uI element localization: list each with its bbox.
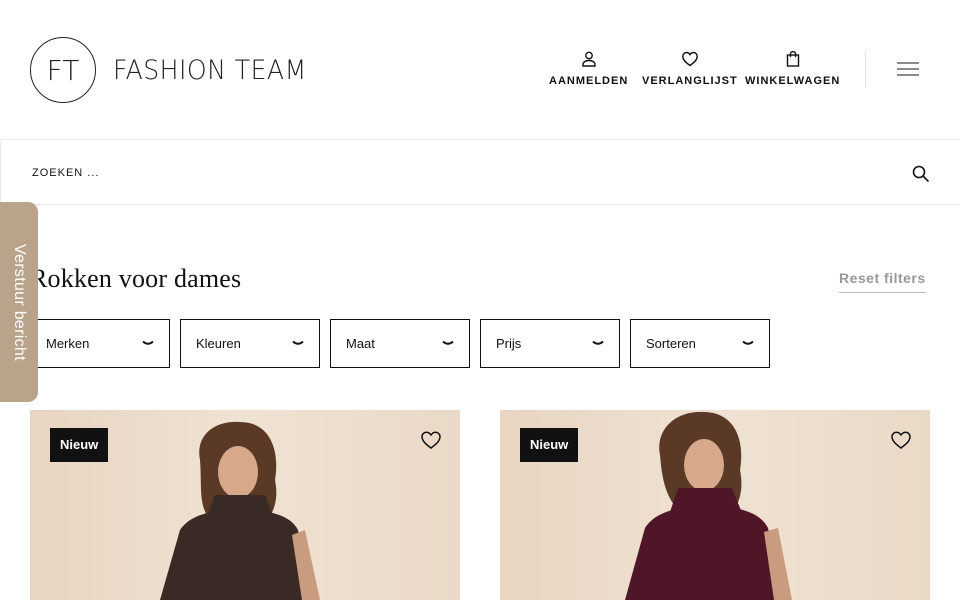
user-icon — [581, 51, 596, 67]
chevron-down-icon — [442, 340, 454, 345]
header-divider — [865, 50, 866, 88]
send-message-label: Verstuur bericht — [11, 243, 28, 361]
chevron-down-icon — [142, 340, 154, 345]
filter-label: Sorteren — [646, 336, 696, 351]
search-icon[interactable] — [911, 164, 931, 184]
wishlist-label: VERLANGLIJST — [642, 75, 738, 87]
send-message-tab[interactable]: Verstuur bericht — [0, 202, 38, 402]
product-card[interactable]: Nieuw — [500, 410, 930, 600]
chevron-down-icon — [292, 340, 304, 345]
product-card[interactable]: Nieuw — [30, 410, 460, 600]
login-button[interactable]: AANMELDEN — [549, 50, 628, 87]
shopping-bag-icon — [786, 50, 799, 67]
filter-label: Kleuren — [196, 336, 241, 351]
page-title: Rokken voor dames — [30, 264, 242, 293]
chevron-down-icon — [592, 340, 604, 345]
cart-button[interactable]: WINKELWAGEN — [745, 50, 840, 87]
product-badge: Nieuw — [520, 428, 579, 462]
logo-text: FASHION TEAM — [113, 54, 307, 86]
filter-size[interactable]: Maat — [330, 319, 470, 368]
chevron-down-icon — [742, 340, 754, 345]
wishlist-heart-icon[interactable] — [420, 430, 442, 450]
filter-label: Merken — [46, 336, 90, 351]
filter-label: Maat — [346, 336, 375, 351]
search-input[interactable] — [32, 163, 872, 183]
filter-colors[interactable]: Kleuren — [180, 319, 320, 368]
heart-icon — [681, 51, 698, 67]
site-header: FT FASHION TEAM AANMELDEN VERLANGLIJST W… — [0, 0, 960, 140]
logo[interactable]: FT FASHION TEAM — [30, 37, 321, 103]
login-label: AANMELDEN — [549, 75, 629, 87]
product-badge: Nieuw — [50, 428, 109, 462]
filter-label: Prijs — [496, 336, 522, 351]
wishlist-heart-icon[interactable] — [890, 430, 912, 450]
search-bar — [0, 141, 960, 205]
filter-sort[interactable]: Sorteren — [630, 319, 770, 368]
wishlist-button[interactable]: VERLANGLIJST — [642, 50, 738, 87]
reset-filters-link[interactable]: Reset filters — [839, 270, 926, 293]
filter-price[interactable]: Prijs — [480, 319, 620, 368]
filter-brands[interactable]: Merken — [30, 319, 170, 368]
logo-monogram: FT — [30, 37, 96, 103]
menu-icon[interactable] — [897, 62, 919, 78]
cart-label: WINKELWAGEN — [745, 75, 841, 87]
